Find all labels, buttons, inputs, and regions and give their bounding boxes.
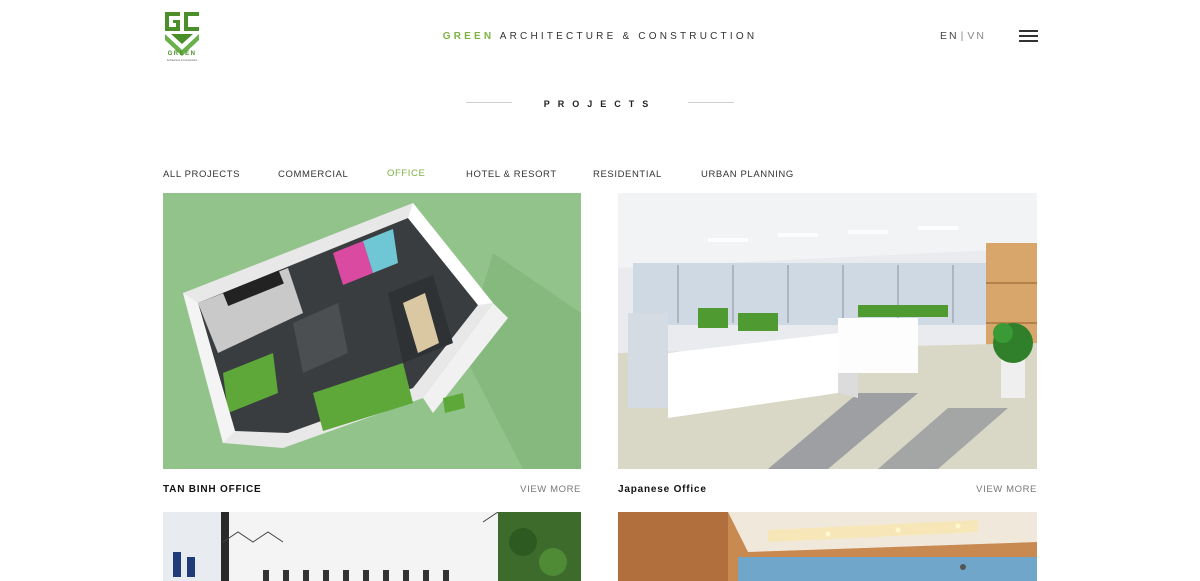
menu-bar [1019, 35, 1038, 37]
filter-office[interactable]: OFFICE [387, 168, 425, 179]
brand-rest: ARCHITECTURE & CONSTRUCTION [499, 31, 758, 42]
logo-wordmark: GREEN [167, 51, 197, 57]
lang-en[interactable]: EN [940, 30, 959, 42]
project-image-3[interactable] [163, 512, 581, 581]
lang-separator: | [960, 30, 966, 42]
filter-hotel-resort[interactable]: HOTEL & RESORT [466, 169, 557, 180]
lang-vn[interactable]: VN [967, 30, 986, 42]
project-title-tan-binh[interactable]: TAN BINH OFFICE [163, 484, 261, 495]
menu-bar [1019, 30, 1038, 32]
logo-tagline: Architecture & Construction [166, 59, 198, 62]
project-title-japanese-office[interactable]: Japanese Office [618, 484, 707, 495]
language-switch: EN | VN [940, 30, 986, 42]
filter-urban-planning[interactable]: URBAN PLANNING [701, 169, 794, 180]
brand-highlight: GREEN [442, 31, 495, 42]
view-more-japanese-office[interactable]: VIEW MORE [937, 484, 1037, 495]
project-image-tan-binh[interactable] [163, 193, 581, 469]
view-more-tan-binh[interactable]: VIEW MORE [481, 484, 581, 495]
title-divider-right [688, 102, 734, 103]
menu-bar [1019, 40, 1038, 42]
filter-commercial[interactable]: COMMERCIAL [278, 169, 348, 180]
project-image-japanese-office[interactable] [618, 193, 1037, 469]
page-title: PROJECTS [543, 99, 657, 109]
filter-all-projects[interactable]: ALL PROJECTS [163, 169, 240, 180]
filter-residential[interactable]: RESIDENTIAL [593, 169, 662, 180]
project-image-4[interactable] [618, 512, 1037, 581]
hamburger-icon[interactable] [1019, 30, 1038, 42]
